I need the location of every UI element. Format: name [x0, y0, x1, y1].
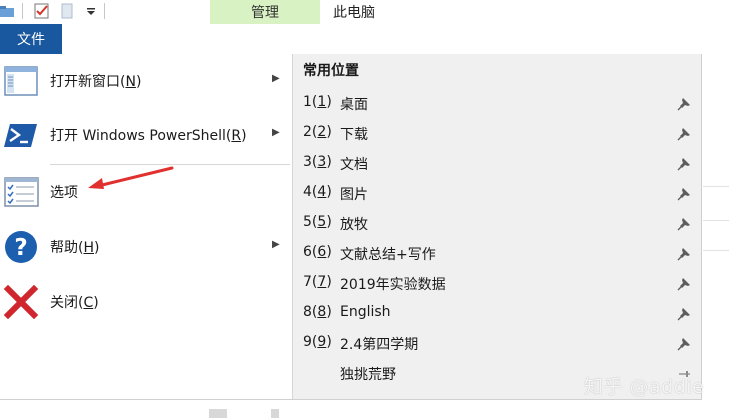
item-name: 2.4第四学期 [340, 337, 419, 353]
divider [703, 250, 729, 251]
item-name: 独挑荒野 [340, 367, 396, 383]
chevron-right-icon: ▶ [272, 239, 280, 250]
pin-icon[interactable] [677, 187, 691, 201]
pin-icon[interactable] [677, 277, 691, 291]
title-bar: 管理 此电脑 [0, 0, 729, 24]
chevron-down-icon[interactable] [83, 3, 99, 19]
item-number: 3(3) [303, 154, 332, 170]
new-window-icon [4, 66, 38, 96]
item-name: 桌面 [340, 97, 368, 113]
divider [271, 409, 279, 418]
frequent-place-item[interactable]: 7(7) 2019年实验数据 [293, 269, 702, 299]
divider [209, 409, 227, 418]
pin-icon[interactable] [677, 217, 691, 231]
item-number: 7(7) [303, 274, 332, 290]
annotation-arrow-icon [88, 166, 174, 189]
frequent-place-item[interactable]: 4(4) 图片 [293, 179, 702, 209]
watermark: 知乎 @addie [584, 376, 705, 398]
item-number: 9(9) [303, 334, 332, 350]
menu-item-label: 关闭(C) [50, 295, 99, 311]
options-icon [4, 177, 39, 207]
item-number: 2(2) [303, 124, 332, 140]
pin-icon[interactable] [677, 157, 691, 171]
menu-item-label: 打开 Windows PowerShell(R) [50, 128, 247, 144]
pin-icon[interactable] [677, 127, 691, 141]
pin-icon[interactable] [677, 97, 691, 111]
menu-item-label: 选项 [50, 185, 78, 201]
powershell-icon [4, 124, 37, 147]
item-number: 1(1) [303, 94, 332, 110]
background-explorer-bottom [0, 400, 729, 418]
item-name: 文档 [340, 157, 368, 173]
frequent-place-item[interactable]: 1(1) 桌面 [293, 89, 702, 119]
file-menu-commands: 打开新窗口(N) ▶ 打开 Windows PowerShell(R) ▶ 选项… [0, 54, 292, 399]
folder-icon[interactable] [0, 3, 16, 19]
item-name: 2019年实验数据 [340, 277, 446, 293]
divider [703, 220, 729, 221]
frequent-place-item[interactable]: 3(3) 文档 [293, 149, 702, 179]
pin-icon[interactable] [677, 337, 691, 351]
item-name: 文献总结+写作 [340, 247, 436, 263]
qat-separator [22, 3, 23, 19]
menu-item-open-new-window[interactable]: 打开新窗口(N) ▶ [0, 54, 292, 108]
frequent-place-item[interactable]: 2(2) 下载 [293, 119, 702, 149]
help-icon: ? [5, 231, 37, 263]
file-menu: 打开新窗口(N) ▶ 打开 Windows PowerShell(R) ▶ 选项… [0, 54, 702, 400]
frequent-places-panel: 常用位置 1(1) 桌面 2(2) 下载 3(3) 文档 4(4) 图片 5(5) 放牧 6(6) 文… [292, 54, 701, 399]
tab-file[interactable]: 文件 [0, 24, 62, 54]
new-folder-icon[interactable] [60, 3, 76, 19]
frequent-place-item[interactable]: 5(5) 放牧 [293, 209, 702, 239]
item-number: 6(6) [303, 244, 332, 260]
pin-icon[interactable] [677, 307, 691, 321]
item-name: 放牧 [340, 217, 368, 233]
pin-icon[interactable] [677, 247, 691, 261]
item-name: English [340, 304, 391, 320]
item-number: 5(5) [303, 214, 332, 230]
menu-item-label: 打开新窗口(N) [50, 74, 142, 90]
menu-item-label: 帮助(H) [50, 240, 100, 256]
menu-item-open-powershell[interactable]: 打开 Windows PowerShell(R) ▶ [0, 108, 292, 162]
svg-text:?: ? [14, 235, 27, 261]
tab-manage[interactable]: 管理 [210, 0, 320, 24]
chevron-right-icon: ▶ [272, 73, 280, 84]
item-number: 8(8) [303, 304, 332, 320]
background-explorer-edge [703, 24, 729, 418]
menu-item-close[interactable]: 关闭(C) [0, 275, 292, 329]
qat-separator [104, 3, 105, 19]
divider [703, 186, 729, 187]
item-name: 图片 [340, 187, 368, 203]
chevron-right-icon: ▶ [272, 127, 280, 138]
window-title: 此电脑 [333, 5, 375, 21]
frequent-place-item[interactable]: 6(6) 文献总结+写作 [293, 239, 702, 269]
frequent-places-title: 常用位置 [303, 63, 359, 79]
properties-icon[interactable] [34, 3, 50, 19]
item-number: 4(4) [303, 184, 332, 200]
ribbon-tab-strip [62, 24, 703, 54]
item-name: 下载 [340, 127, 368, 143]
menu-item-help[interactable]: ? 帮助(H) ▶ [0, 220, 292, 274]
close-icon [3, 285, 39, 319]
frequent-place-item[interactable]: 9(9) 2.4第四学期 [293, 329, 702, 359]
frequent-place-item[interactable]: 8(8) English [293, 299, 702, 329]
